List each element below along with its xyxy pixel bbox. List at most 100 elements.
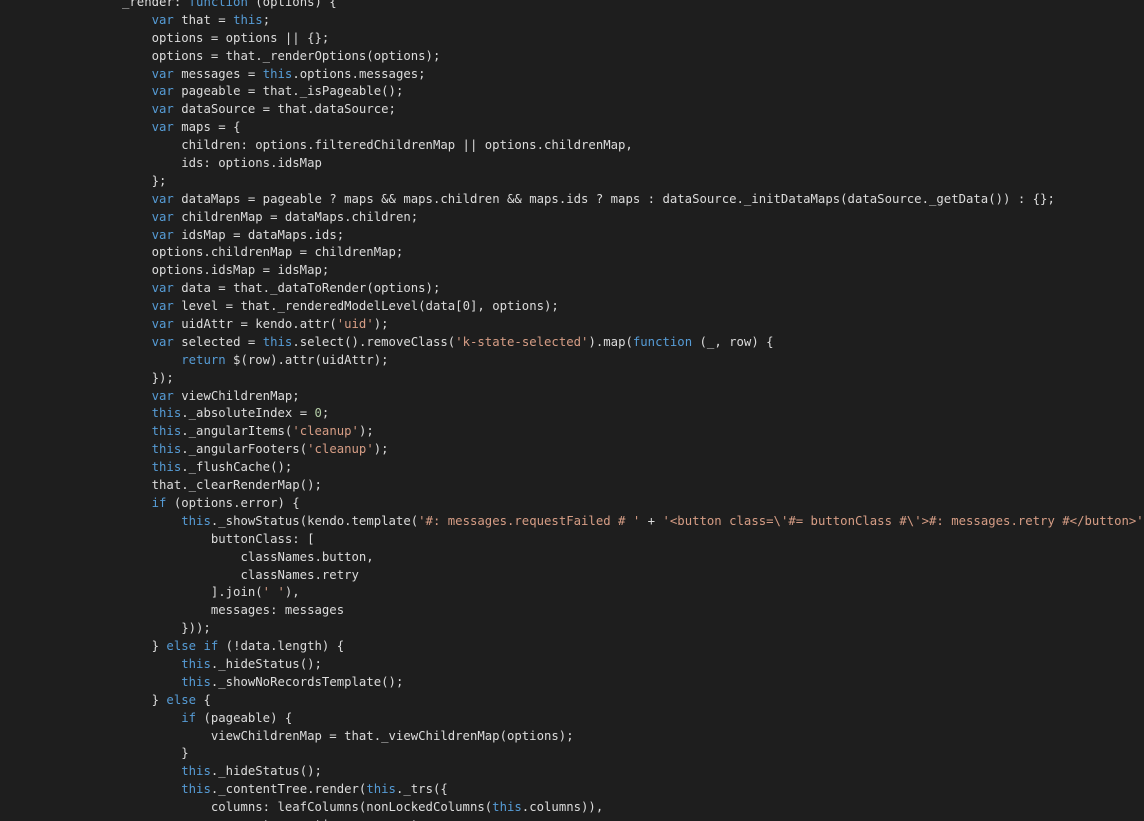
code-line[interactable]: this._showStatus(kendo.template('#: mess… <box>122 513 1144 531</box>
code-line[interactable]: var pageable = that._isPageable(); <box>122 83 1144 101</box>
code-text: ); <box>373 442 389 457</box>
code-keyword: if <box>151 495 167 510</box>
code-text: } <box>122 692 167 707</box>
code-line[interactable]: } <box>122 745 1144 763</box>
code-line[interactable]: }); <box>122 370 1144 388</box>
code-line[interactable]: options.idsMap = idsMap; <box>122 262 1144 280</box>
code-line[interactable]: this._flushCache(); <box>122 459 1144 477</box>
code-line[interactable]: var dataMaps = pageable ? maps && maps.c… <box>122 191 1144 209</box>
code-keyword: return <box>181 352 226 367</box>
code-line[interactable]: var maps = { <box>122 119 1144 137</box>
code-keyword: this <box>181 764 211 779</box>
code-text: maps = { <box>173 120 241 135</box>
code-text: _render: <box>122 0 189 9</box>
code-keyword: var <box>151 12 174 27</box>
code-text: ._showStatus(kendo.template( <box>210 513 419 528</box>
code-line[interactable]: })); <box>122 620 1144 638</box>
code-line[interactable]: ].join(' '), <box>122 584 1144 602</box>
code-line[interactable]: } else { <box>122 692 1144 710</box>
code-text: ._hideStatus(); <box>210 656 322 671</box>
code-line[interactable]: this._hideStatus(); <box>122 763 1144 781</box>
code-text: ._flushCache(); <box>181 460 293 475</box>
code-text: level = that._renderedModelLevel(data[0]… <box>173 299 559 314</box>
code-line[interactable]: var that = this; <box>122 12 1144 30</box>
code-line[interactable]: classNames.retry <box>122 567 1144 585</box>
code-text: dataMaps = pageable ? maps && maps.child… <box>173 191 1055 206</box>
code-line[interactable]: messages: messages <box>122 602 1144 620</box>
code-line[interactable]: classNames.button, <box>122 549 1144 567</box>
code-text: ._hideStatus(); <box>210 764 322 779</box>
code-text: pageable = that._isPageable(); <box>173 84 404 99</box>
code-text: options.idsMap = idsMap; <box>122 263 330 278</box>
code-line[interactable]: _render: function (options) { <box>122 0 1144 12</box>
code-line[interactable]: viewChildrenMap = that._viewChildrenMap(… <box>122 728 1144 746</box>
code-line[interactable]: var viewChildrenMap; <box>122 388 1144 406</box>
code-string: ' ' <box>262 585 285 600</box>
code-line[interactable]: ids: options.idsMap <box>122 155 1144 173</box>
code-line[interactable]: options = options || {}; <box>122 30 1144 48</box>
code-keyword: var <box>151 299 174 314</box>
code-line[interactable]: var level = that._renderedModelLevel(dat… <box>122 298 1144 316</box>
code-line[interactable]: columns: leafColumns(nonLockedColumns(th… <box>122 799 1144 817</box>
code-string: 'uid' <box>336 317 374 332</box>
code-line[interactable]: } else if (!data.length) { <box>122 638 1144 656</box>
code-keyword: var <box>151 84 174 99</box>
code-line[interactable]: if (pageable) { <box>122 710 1144 728</box>
code-line[interactable]: var data = that._dataToRender(options); <box>122 280 1144 298</box>
code-text: selected = <box>173 334 263 349</box>
code-line[interactable]: var selected = this.select().removeClass… <box>122 334 1144 352</box>
code-keyword: this <box>233 12 263 27</box>
code-editor[interactable]: _render: function (options) { var that =… <box>0 0 1144 821</box>
code-line[interactable]: children: options.filteredChildrenMap ||… <box>122 137 1144 155</box>
code-keyword: this <box>181 513 211 528</box>
code-text: viewChildrenMap = that._viewChildrenMap(… <box>122 728 574 743</box>
code-line[interactable]: this._hideStatus(); <box>122 656 1144 674</box>
code-keyword: function <box>632 334 693 349</box>
code-text: messages = <box>173 66 263 81</box>
code-line[interactable]: var dataSource = that.dataSource; <box>122 101 1144 119</box>
code-line[interactable]: }; <box>122 173 1144 191</box>
code-line[interactable]: var messages = this.options.messages; <box>122 66 1144 84</box>
code-text: ), <box>284 585 300 600</box>
code-line[interactable]: var idsMap = dataMaps.ids; <box>122 227 1144 245</box>
code-line[interactable]: options = that._renderOptions(options); <box>122 48 1144 66</box>
code-line[interactable]: options.childrenMap = childrenMap; <box>122 244 1144 262</box>
code-keyword: this <box>181 656 211 671</box>
code-text: dataSource = that.dataSource; <box>173 102 396 117</box>
code-line[interactable]: var childrenMap = dataMaps.children; <box>122 209 1144 227</box>
code-text: } <box>122 746 189 761</box>
code-text: ._absoluteIndex = <box>181 406 315 421</box>
code-line[interactable]: return $(row).attr(uidAttr); <box>122 352 1144 370</box>
code-line[interactable]: this._showNoRecordsTemplate(); <box>122 674 1144 692</box>
code-line[interactable]: var uidAttr = kendo.attr('uid'); <box>122 316 1144 334</box>
code-text: ].join( <box>122 585 263 600</box>
code-text: $(row).attr(uidAttr); <box>225 352 389 367</box>
code-text: ._angularItems( <box>181 424 293 439</box>
code-line[interactable]: aggregates: options.aggregates, <box>122 817 1144 821</box>
code-text: }; <box>122 173 167 188</box>
code-keyword: var <box>151 227 174 242</box>
code-string: 'cleanup' <box>307 442 374 457</box>
code-number: 0 <box>314 406 322 421</box>
code-line[interactable]: this._angularFooters('cleanup'); <box>122 441 1144 459</box>
code-text-area[interactable]: _render: function (options) { var that =… <box>122 0 1144 821</box>
code-line[interactable]: this._contentTree.render(this._trs({ <box>122 781 1144 799</box>
code-line[interactable]: this._angularItems('cleanup'); <box>122 423 1144 441</box>
code-line[interactable]: if (options.error) { <box>122 495 1144 513</box>
code-line[interactable]: buttonClass: [ <box>122 531 1144 549</box>
code-text: ._trs({ <box>395 782 448 797</box>
code-text: ); <box>358 424 374 439</box>
code-line[interactable]: this._absoluteIndex = 0; <box>122 405 1144 423</box>
code-line[interactable]: that._clearRenderMap(); <box>122 477 1144 495</box>
code-keyword: function <box>188 0 248 9</box>
